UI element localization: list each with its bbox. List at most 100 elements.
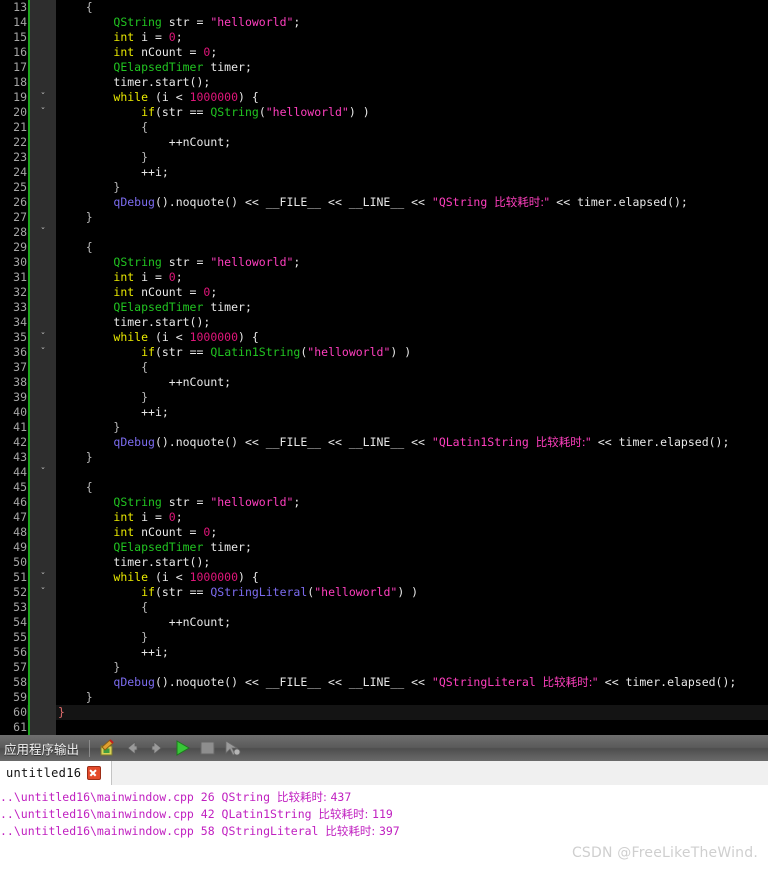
code-line[interactable]: 56 ++i; — [0, 645, 768, 660]
chevron-down-icon[interactable]: ˇ — [36, 345, 50, 360]
code-line[interactable]: 60} — [0, 705, 768, 720]
code-line[interactable]: 28 ˇ — [0, 225, 768, 240]
code-line[interactable]: 27 } — [0, 210, 768, 225]
previous-item-icon[interactable] — [121, 738, 143, 758]
code-line-list[interactable]: 13 {14 QString str = "helloworld"; 15 int… — [0, 0, 768, 735]
code-editor[interactable]: 13 {14 QString str = "helloworld"; 15 int… — [0, 0, 768, 735]
code-line[interactable]: 46 QString str = "helloworld"; — [0, 495, 768, 510]
code-line[interactable]: 57 } — [0, 660, 768, 675]
code-line[interactable]: 15 int i = 0; — [0, 30, 768, 45]
fold-gutter[interactable] — [30, 60, 56, 75]
code-line[interactable]: 50 timer.start(); — [0, 555, 768, 570]
chevron-down-icon[interactable]: ˇ — [36, 585, 50, 600]
fold-gutter[interactable] — [30, 510, 56, 525]
code-line[interactable]: 19 ˇ while (i < 1000000) { — [0, 90, 768, 105]
chevron-down-icon[interactable]: ˇ — [36, 465, 50, 480]
fold-gutter[interactable] — [30, 210, 56, 225]
fold-gutter[interactable] — [30, 315, 56, 330]
fold-gutter[interactable] — [30, 75, 56, 90]
code-line[interactable]: 29 { — [0, 240, 768, 255]
fold-gutter[interactable] — [30, 435, 56, 450]
code-line[interactable]: 39 } — [0, 390, 768, 405]
code-line[interactable]: 26 qDebug().noquote() << __FILE__ << __L… — [0, 195, 768, 210]
code-line[interactable]: 14 QString str = "helloworld"; — [0, 15, 768, 30]
fold-gutter[interactable] — [30, 165, 56, 180]
code-line[interactable]: 41 } — [0, 420, 768, 435]
fold-gutter[interactable] — [30, 555, 56, 570]
code-line[interactable]: 20 ˇ if(str == QString("helloworld") ) — [0, 105, 768, 120]
chevron-down-icon[interactable]: ˇ — [36, 330, 50, 345]
fold-gutter[interactable] — [30, 615, 56, 630]
code-line[interactable]: 55 } — [0, 630, 768, 645]
fold-gutter[interactable] — [30, 675, 56, 690]
chevron-down-icon[interactable]: ˇ — [36, 225, 50, 240]
code-line[interactable]: 44 ˇ — [0, 465, 768, 480]
code-line[interactable]: 38 ++nCount; — [0, 375, 768, 390]
code-line[interactable]: 31 int i = 0; — [0, 270, 768, 285]
code-line[interactable]: 34 timer.start(); — [0, 315, 768, 330]
fold-gutter[interactable] — [30, 0, 56, 15]
code-line[interactable]: 16 int nCount = 0; — [0, 45, 768, 60]
output-tab-untitled16[interactable]: untitled16 — [0, 761, 112, 785]
fold-gutter[interactable] — [30, 450, 56, 465]
fold-gutter[interactable] — [30, 150, 56, 165]
code-line[interactable]: 49 QElapsedTimer timer; — [0, 540, 768, 555]
fold-gutter[interactable] — [30, 480, 56, 495]
fold-gutter[interactable] — [30, 405, 56, 420]
code-line[interactable]: 30 QString str = "helloworld"; — [0, 255, 768, 270]
fold-gutter[interactable] — [30, 30, 56, 45]
fold-gutter[interactable] — [30, 420, 56, 435]
code-line[interactable]: 54 ++nCount; — [0, 615, 768, 630]
fold-gutter[interactable] — [30, 255, 56, 270]
code-line[interactable]: 42 qDebug().noquote() << __FILE__ << __L… — [0, 435, 768, 450]
code-line[interactable]: 32 int nCount = 0; — [0, 285, 768, 300]
code-line[interactable]: 23 } — [0, 150, 768, 165]
code-line[interactable]: 35 ˇ while (i < 1000000) { — [0, 330, 768, 345]
code-line[interactable]: 37 { — [0, 360, 768, 375]
fold-gutter[interactable] — [30, 120, 56, 135]
fold-gutter[interactable] — [30, 360, 56, 375]
fold-gutter[interactable] — [30, 195, 56, 210]
close-icon[interactable] — [87, 766, 102, 780]
fold-gutter[interactable] — [30, 285, 56, 300]
next-item-icon[interactable] — [146, 738, 168, 758]
code-line[interactable]: 51 ˇ while (i < 1000000) { — [0, 570, 768, 585]
code-line[interactable]: 48 int nCount = 0; — [0, 525, 768, 540]
fold-gutter[interactable] — [30, 300, 56, 315]
fold-gutter[interactable] — [30, 540, 56, 555]
run-icon[interactable] — [171, 738, 193, 758]
fold-gutter[interactable] — [30, 525, 56, 540]
code-line[interactable]: 61 — [0, 720, 768, 735]
code-line[interactable]: 24 ++i; — [0, 165, 768, 180]
code-line[interactable]: 40 ++i; — [0, 405, 768, 420]
fold-gutter[interactable] — [30, 240, 56, 255]
fold-gutter[interactable] — [30, 495, 56, 510]
fold-gutter[interactable] — [30, 180, 56, 195]
code-line[interactable]: 58 qDebug().noquote() << __FILE__ << __L… — [0, 675, 768, 690]
fold-gutter[interactable] — [30, 45, 56, 60]
fold-gutter[interactable] — [30, 690, 56, 705]
fold-gutter[interactable] — [30, 645, 56, 660]
chevron-down-icon[interactable]: ˇ — [36, 90, 50, 105]
code-line[interactable]: 45 { — [0, 480, 768, 495]
code-line[interactable]: 25 } — [0, 180, 768, 195]
code-line[interactable]: 59 } — [0, 690, 768, 705]
code-line[interactable]: 21 { — [0, 120, 768, 135]
fold-gutter[interactable] — [30, 390, 56, 405]
code-line[interactable]: 52 ˇ if(str == QStringLiteral("helloworld… — [0, 585, 768, 600]
code-line[interactable]: 47 int i = 0; — [0, 510, 768, 525]
chevron-down-icon[interactable]: ˇ — [36, 105, 50, 120]
code-line[interactable]: 53 { — [0, 600, 768, 615]
code-line[interactable]: 17 QElapsedTimer timer; — [0, 60, 768, 75]
fold-gutter[interactable] — [30, 660, 56, 675]
code-line[interactable]: 13 { — [0, 0, 768, 15]
fold-gutter[interactable] — [30, 135, 56, 150]
fold-gutter[interactable] — [30, 15, 56, 30]
clear-pane-icon[interactable] — [96, 738, 118, 758]
fold-gutter[interactable] — [30, 375, 56, 390]
fold-gutter[interactable] — [30, 600, 56, 615]
code-line[interactable]: 43 } — [0, 450, 768, 465]
fold-gutter[interactable] — [30, 630, 56, 645]
code-line[interactable]: 36 ˇ if(str == QLatin1String("helloworld"… — [0, 345, 768, 360]
fold-gutter[interactable] — [30, 720, 56, 735]
